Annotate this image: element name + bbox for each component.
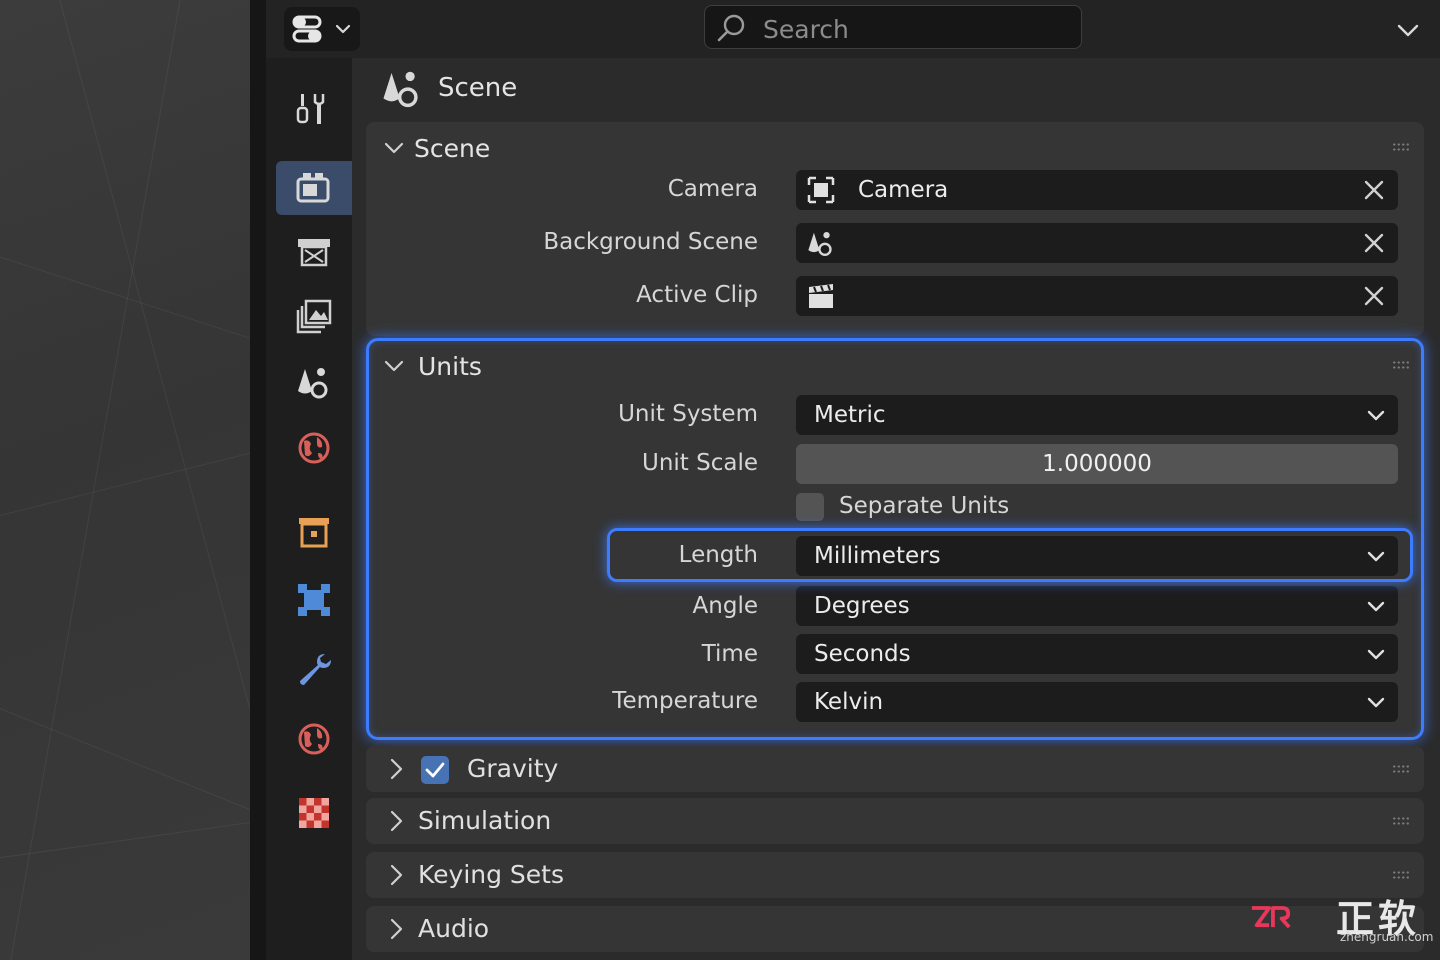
gravity-checkbox[interactable] <box>421 756 449 784</box>
chevron-right-icon <box>390 918 403 940</box>
scene-icon <box>298 368 328 399</box>
camera-value: Camera <box>858 177 949 203</box>
clapperboard-icon <box>809 284 833 308</box>
simulation-label: Simulation <box>418 806 552 835</box>
close-icon[interactable] <box>1360 176 1388 204</box>
close-icon[interactable] <box>1360 282 1388 310</box>
checkmark-icon <box>425 762 445 778</box>
tab-tool[interactable] <box>276 82 352 136</box>
tab-physics[interactable] <box>276 712 352 766</box>
chevron-right-icon <box>390 810 403 832</box>
collection-icon <box>299 518 329 548</box>
area-split-border[interactable] <box>250 0 266 960</box>
properties-editor-icon <box>292 15 322 43</box>
panel-title: Scene <box>414 134 491 163</box>
active-clip-label: Active Clip <box>636 282 758 308</box>
drag-handle-icon[interactable] <box>1392 816 1410 826</box>
tab-view-layer[interactable] <box>276 290 352 344</box>
tab-modifiers[interactable] <box>276 642 352 696</box>
grid-line <box>0 250 250 350</box>
world-icon <box>298 432 330 464</box>
search-placeholder: Search <box>763 15 849 44</box>
scene-icon <box>808 231 832 257</box>
panel-collapse-toggle[interactable] <box>374 128 414 168</box>
drag-handle-icon[interactable] <box>1392 142 1410 152</box>
render-icon <box>296 173 330 203</box>
keying-sets-label: Keying Sets <box>418 860 565 889</box>
chevron-down-icon <box>384 142 404 154</box>
checker-texture-icon <box>299 798 329 828</box>
grid-line <box>0 815 250 861</box>
grid-line <box>0 442 250 521</box>
active-clip-field[interactable] <box>796 276 1398 316</box>
chevron-right-icon <box>390 758 403 780</box>
zr-logo-watermark <box>1251 906 1291 929</box>
tab-render[interactable] <box>276 161 352 215</box>
tab-world[interactable] <box>276 421 352 475</box>
tab-output[interactable] <box>276 225 352 279</box>
view-layer-icon <box>296 299 332 334</box>
search-icon <box>717 14 745 42</box>
watermark-url: zhengruan.com <box>1340 930 1434 944</box>
physics-icon <box>298 723 330 755</box>
properties-context-title: Scene <box>380 66 517 110</box>
chevron-right-icon <box>390 864 403 886</box>
camera-label: Camera <box>667 176 758 202</box>
tab-collection[interactable] <box>276 505 352 559</box>
chevron-down-icon <box>335 24 351 34</box>
tab-scene[interactable] <box>276 355 352 409</box>
context-title-label: Scene <box>438 73 518 103</box>
audio-label: Audio <box>418 914 490 943</box>
camera-object-icon <box>807 176 835 204</box>
grid-line <box>5 0 181 960</box>
chevron-down-icon[interactable] <box>1394 16 1422 44</box>
wrench-icon <box>300 654 331 685</box>
tab-texture[interactable] <box>276 786 352 840</box>
scene-icon <box>383 71 418 108</box>
gravity-label: Gravity <box>467 754 559 783</box>
editor-type-button[interactable] <box>284 7 360 51</box>
search-input[interactable]: Search <box>704 5 1082 49</box>
length-row-highlight <box>607 528 1413 582</box>
output-icon <box>298 239 330 267</box>
drag-handle-icon[interactable] <box>1392 870 1410 880</box>
simulation-panel[interactable]: Simulation <box>366 798 1424 844</box>
3d-viewport[interactable] <box>0 0 250 960</box>
close-icon[interactable] <box>1360 229 1388 257</box>
camera-field[interactable]: Camera <box>796 170 1398 210</box>
background-scene-label: Background Scene <box>543 229 758 255</box>
tool-icon <box>296 94 325 124</box>
object-icon <box>298 584 330 616</box>
tab-object[interactable] <box>276 573 352 627</box>
background-scene-field[interactable] <box>796 223 1398 263</box>
gravity-panel[interactable]: Gravity <box>366 746 1424 792</box>
drag-handle-icon[interactable] <box>1392 764 1410 774</box>
